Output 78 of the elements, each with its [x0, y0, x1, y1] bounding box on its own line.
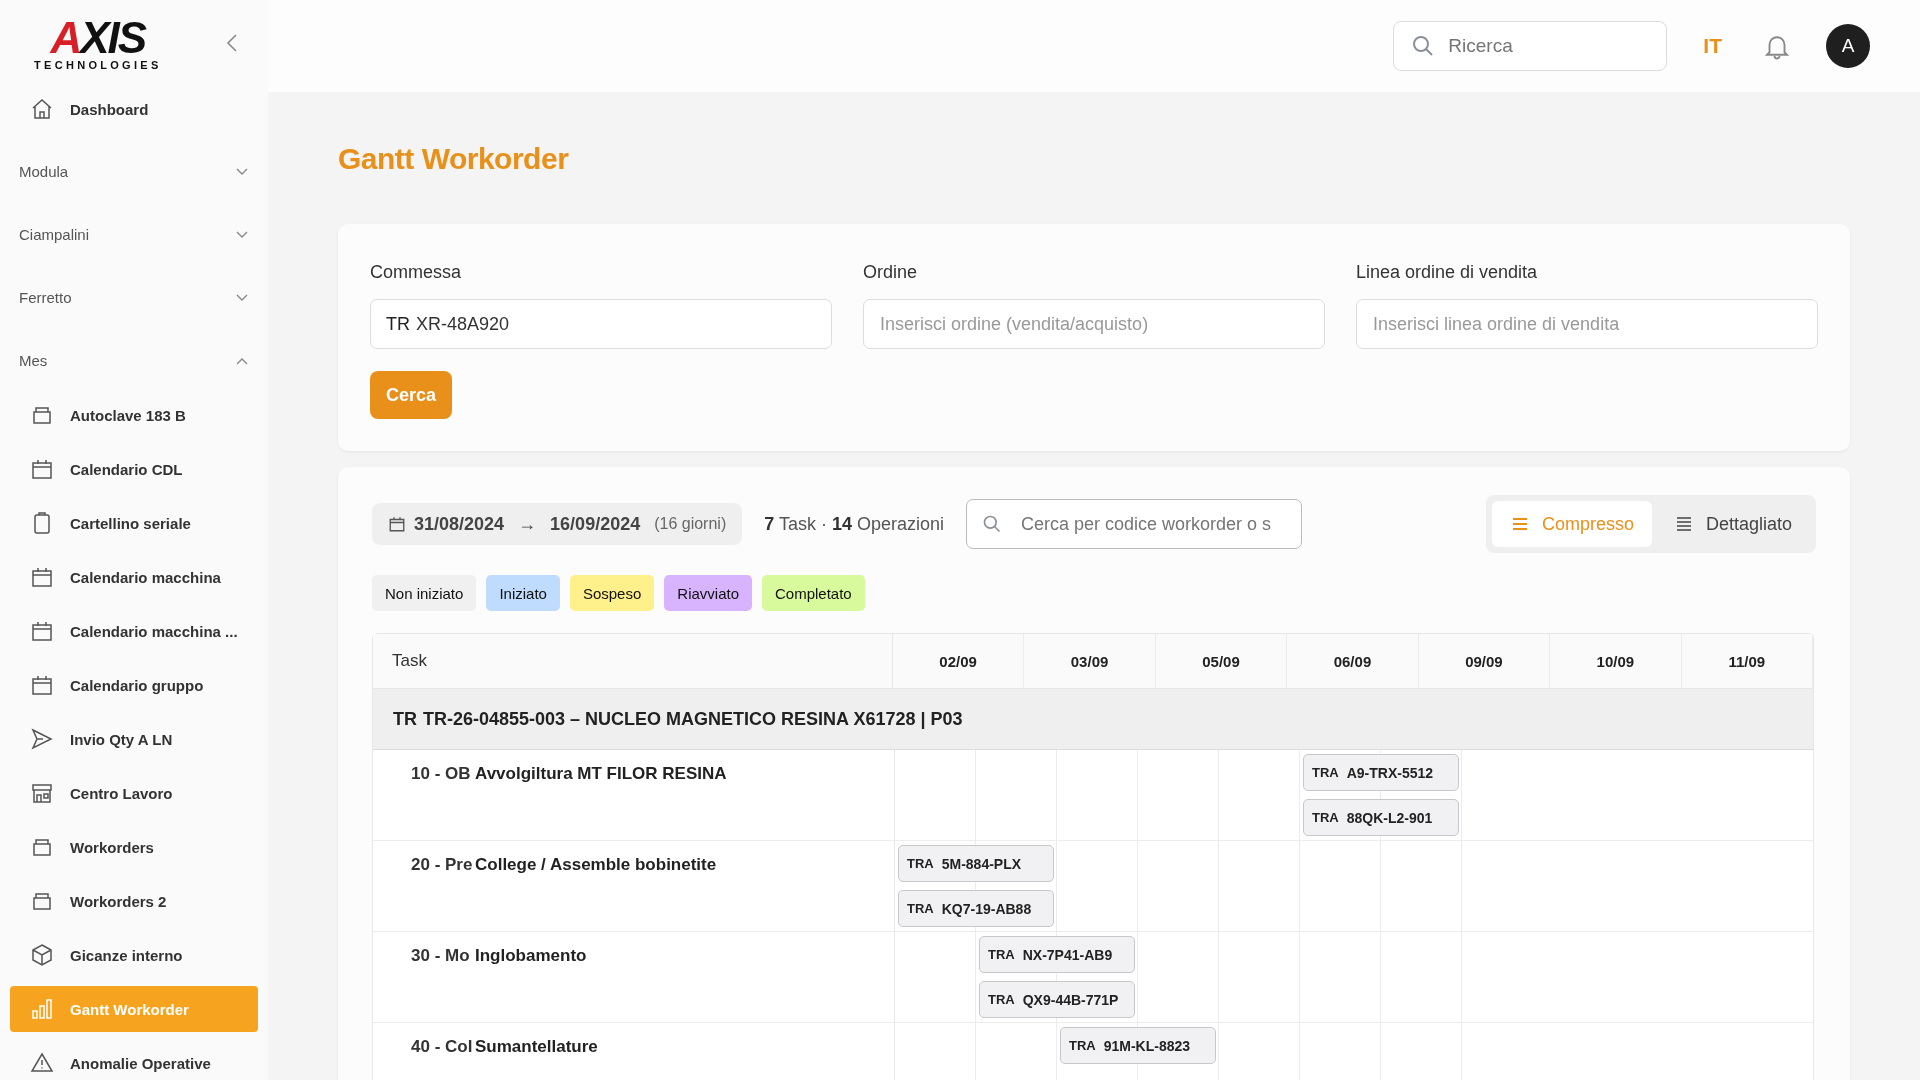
status-tag: Sospeso [569, 575, 655, 611]
sidebar-group[interactable]: Ciampalini [10, 203, 258, 266]
task-code: 10 - OB [411, 764, 472, 785]
start-date: 31/08/2024 [414, 513, 505, 535]
search-field[interactable]: Cerca per codice workorder o s [966, 499, 1302, 549]
bar-chart-icon [30, 997, 54, 1021]
operation-bar[interactable]: TRA NX-7P41-AB9 [979, 936, 1135, 973]
task-summary: 7 Task · 14 Operazioni [764, 513, 944, 535]
calendar-icon [30, 673, 54, 697]
home-icon [30, 97, 54, 121]
calendar-icon [30, 619, 54, 643]
date-range[interactable]: 31/08/2024 → 16/09/2024 (16 giorni) [372, 503, 743, 545]
calendar-icon [30, 457, 54, 481]
sidebar-item[interactable]: Centro Lavoro [10, 770, 258, 816]
task-code: 40 - Col [411, 1037, 474, 1058]
column-header: Task [373, 634, 893, 688]
sidebar-item[interactable]: Cartellino seriale [10, 500, 258, 546]
sidebar-item[interactable]: Workorders 2 [10, 878, 258, 924]
sidebar-item[interactable]: Calendario macchina ... [10, 608, 258, 654]
task-name: Inglobamento [475, 946, 587, 967]
sidebar-item[interactable]: Calendario macchina [10, 554, 258, 600]
user-avatar[interactable]: A [1826, 24, 1870, 68]
chevron-left-icon[interactable] [226, 33, 238, 53]
task-code: 30 - Mo [411, 946, 471, 967]
field-label: Ordine [863, 262, 919, 283]
sidebar-item[interactable]: Calendario gruppo [10, 662, 258, 708]
task-code: 20 - Pre [411, 855, 474, 876]
calendar-icon [388, 515, 406, 533]
search-field[interactable]: Ricerca [1393, 21, 1668, 71]
group-title: TR-26-04855-003 – NUCLEO MAGNETICO RESINA X61728 | P03 [423, 708, 963, 730]
input-field[interactable]: Inserisci linea ordine di vendita [1356, 299, 1818, 349]
arrow-glyph: → [518, 513, 537, 535]
column-header: 03/09 [1024, 634, 1156, 688]
operation-bar[interactable]: TRA 5M-884-PLX [898, 845, 1054, 882]
column-header: 11/09 [1681, 634, 1814, 688]
column-header: 05/09 [1155, 634, 1288, 688]
column-header: 02/09 [892, 634, 1025, 688]
task-name: Sumantellature [475, 1037, 598, 1058]
group-prefix: TR [393, 708, 417, 730]
search-icon [982, 514, 1002, 534]
sidebar-item[interactable]: Anomalie Operative [10, 1040, 258, 1080]
operation-bar[interactable]: TRA KQ7-19-AB88 [898, 890, 1054, 927]
operation-bar[interactable]: TRA 91M-KL-8823 [1060, 1027, 1216, 1064]
end-date: 16/09/2024 [550, 513, 641, 535]
cube-icon [30, 943, 54, 967]
calendar-icon [30, 565, 54, 589]
sidebar-item[interactable]: Calendario CDL [10, 446, 258, 492]
operation-bar[interactable]: TRA QX9-44B-771P [979, 981, 1135, 1018]
sidebar-item[interactable]: Gicanze interno [10, 932, 258, 978]
store-icon [30, 781, 54, 805]
sidebar-item[interactable]: Invio Qty A LN [10, 716, 258, 762]
operation-bar[interactable]: TRA 88QK-L2-901 [1303, 799, 1459, 836]
send-icon [30, 727, 54, 751]
field-label: Linea ordine di vendita [1356, 262, 1539, 283]
sidebar-group[interactable]: Modula [10, 140, 258, 203]
sidebar-item[interactable]: Workorders [10, 824, 258, 870]
status-tag: Iniziato [486, 575, 560, 611]
day-count: (16 giorni) [654, 515, 727, 533]
sidebar-group[interactable]: Mes [10, 329, 258, 392]
sidebar-item[interactable]: Dashboard [10, 86, 258, 132]
page-title: Gantt Workorder [338, 142, 570, 176]
status-tag: Riavviato [664, 575, 752, 611]
company-logo: AXIS TECHNOLOGIES [34, 15, 162, 71]
task-name: Avvolgiltura MT FILOR RESINA [475, 764, 727, 785]
field-prefix: TR [386, 314, 410, 334]
warning-icon [30, 1051, 54, 1075]
status-tag: Completato [762, 575, 865, 611]
task-name: College / Assemble bobinetite [475, 855, 717, 876]
column-header: 10/09 [1550, 634, 1682, 688]
sidebar-item[interactable]: Autoclave 183 B [10, 392, 258, 438]
input-field[interactable]: Inserisci ordine (vendita/acquisto) [863, 299, 1325, 349]
field-label: Commessa [370, 262, 463, 283]
view-toggle[interactable]: Dettagliato [1655, 501, 1810, 547]
status-tag: Non iniziato [372, 575, 477, 611]
column-header: 06/09 [1287, 634, 1419, 688]
column-header: 09/09 [1418, 634, 1551, 688]
sidebar-group[interactable]: Ferretto [10, 266, 258, 329]
operation-bar[interactable]: TRA A9-TRX-5512 [1303, 754, 1459, 791]
